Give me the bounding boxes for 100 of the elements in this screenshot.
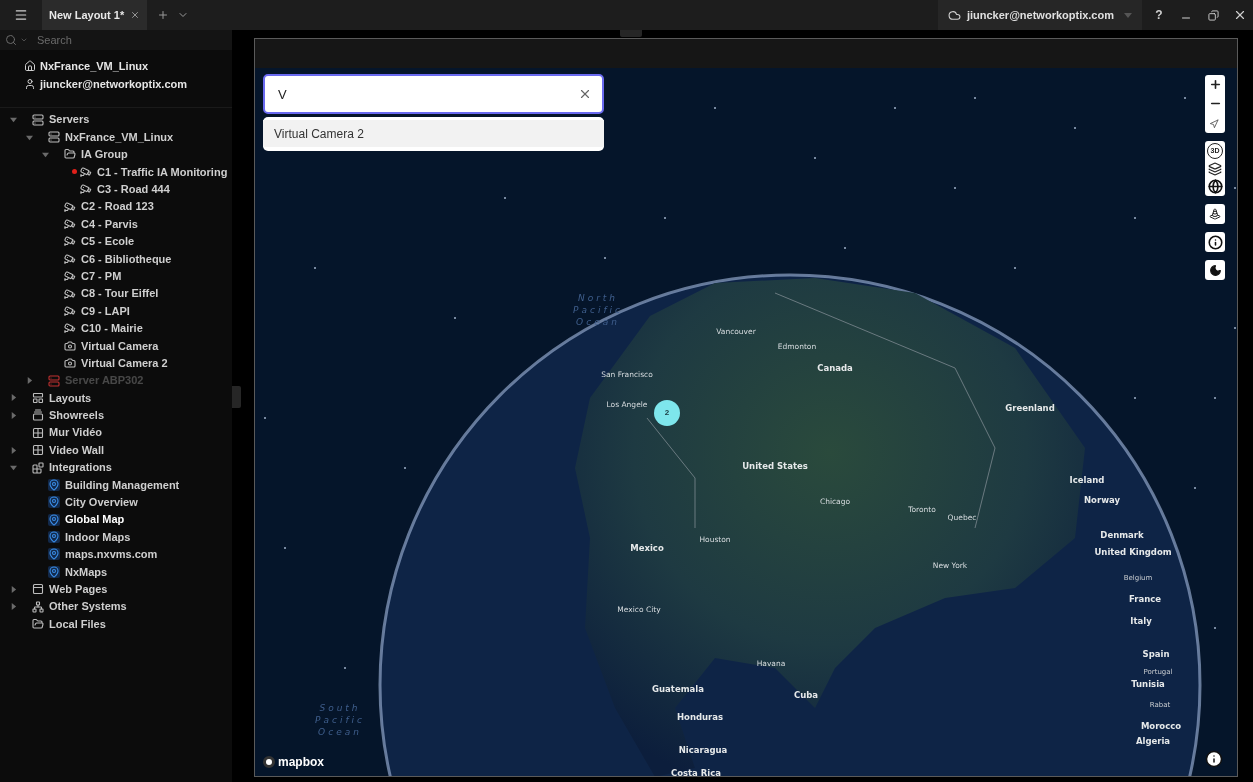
map-pin-icon	[48, 548, 60, 561]
map-label: Canada	[816, 363, 854, 373]
user-email: jiuncker@networkoptix.com	[40, 76, 188, 92]
expand-arrow-icon[interactable]	[10, 585, 17, 593]
map-label: Morocco	[1139, 721, 1183, 731]
tree-item[interactable]: Servers	[49, 111, 90, 128]
tree-item[interactable]: Building Management	[65, 476, 180, 494]
tree-item[interactable]: Mur Vidéo	[49, 424, 102, 441]
collapse-arrow-icon[interactable]	[42, 150, 49, 158]
map-label: Honduras	[675, 712, 725, 722]
server-icon	[48, 374, 60, 387]
expand-arrow-icon[interactable]	[10, 603, 17, 611]
tree-item[interactable]: C7 - PM	[81, 267, 122, 285]
camera-icon	[64, 287, 76, 300]
map-pin-icon	[48, 478, 60, 491]
map-label: Costa Rica	[669, 768, 723, 776]
tree-item[interactable]: NxFrance_VM_Linux	[65, 128, 174, 146]
close-icon[interactable]	[130, 10, 141, 20]
tree-item[interactable]: C9 - LAPI	[81, 302, 130, 320]
camera-icon	[64, 235, 76, 248]
tree-item[interactable]: City Overview	[65, 494, 138, 511]
map-label: Cuba	[792, 690, 820, 700]
servers-icon	[32, 113, 44, 126]
tree-item[interactable]: Virtual Camera	[81, 337, 159, 354]
camera-icon	[64, 218, 76, 231]
tree-item[interactable]: C5 - Ecole	[81, 233, 135, 250]
collapse-arrow-icon[interactable]	[26, 133, 33, 141]
tree-item[interactable]: Showreels	[49, 407, 105, 424]
moon-icon	[1208, 263, 1222, 277]
search-icon	[5, 34, 17, 46]
expand-arrow-icon[interactable]	[10, 446, 17, 454]
tree-item[interactable]: Indoor Maps	[65, 528, 131, 546]
search-field[interactable]: Search	[37, 31, 217, 49]
map-label: Spain	[1141, 649, 1171, 659]
map-label: Italy	[1129, 616, 1153, 626]
tree-item[interactable]: maps.nxvms.com	[65, 546, 158, 563]
restore-icon[interactable]	[1208, 9, 1219, 21]
layout-tab[interactable]: New Layout 1*	[42, 0, 148, 30]
map-search-field[interactable]: V	[263, 74, 604, 114]
map-label: Guatemala	[651, 684, 705, 694]
tree-item[interactable]: C3 - Road 444	[97, 181, 170, 198]
search-bar[interactable]: Search	[0, 30, 232, 50]
traffic-button[interactable]	[1205, 204, 1225, 224]
tree-item[interactable]: C4 - Parvis	[81, 215, 138, 233]
tree-item[interactable]: Video Wall	[49, 441, 104, 459]
tree-item[interactable]: C2 - Road 123	[81, 198, 154, 215]
zoom-in-icon[interactable]	[1208, 78, 1222, 91]
camera-icon	[80, 165, 92, 178]
user-icon	[24, 78, 36, 90]
help-button[interactable]: ?	[1146, 6, 1172, 24]
map-label: Mexico	[629, 543, 665, 553]
system-name: NxFrance_VM_Linux	[40, 58, 149, 74]
tree-item[interactable]: Other Systems	[49, 598, 127, 615]
map-label: Norway	[1083, 495, 1121, 505]
traffic-icon	[1209, 208, 1221, 220]
tree-item[interactable]: C8 - Tour Eiffel	[81, 285, 159, 302]
tree-item[interactable]: NxMaps	[65, 563, 108, 581]
tree-item[interactable]: IA Group	[81, 146, 128, 163]
map-pin-icon	[48, 531, 60, 544]
collapse-arrow-icon[interactable]	[10, 464, 17, 471]
map-pin-icon	[48, 565, 60, 578]
network-icon	[32, 600, 44, 613]
collapse-arrow-icon[interactable]	[10, 116, 17, 124]
menu-icon[interactable]	[14, 8, 28, 22]
stacked-pages-icon	[32, 409, 44, 422]
web-page-icon	[32, 583, 44, 596]
map-label: France	[1127, 594, 1162, 604]
layers-icon[interactable]	[1208, 162, 1222, 176]
close-icon[interactable]	[1233, 8, 1247, 22]
tree-item[interactable]: C6 - Bibliotheque	[81, 250, 172, 268]
camera-icon	[64, 200, 76, 213]
map-label: Nicaragua	[677, 745, 729, 755]
info-button[interactable]	[1205, 232, 1225, 252]
expand-arrow-icon[interactable]	[10, 394, 17, 402]
map-label: Denmark	[1099, 530, 1145, 540]
top-collapse-handle[interactable]	[620, 30, 642, 37]
tree-item[interactable]: Integrations	[49, 459, 112, 476]
attribution-icon[interactable]	[1205, 750, 1223, 768]
tree-item[interactable]: C10 - Mairie	[81, 320, 143, 337]
cloud-account-button[interactable]: jiuncker@networkoptix.com	[937, 0, 1142, 30]
layouts-icon	[32, 391, 44, 404]
clear-icon[interactable]	[578, 87, 592, 101]
map-label: Tunisia	[1130, 679, 1166, 689]
map-label: United Kingdom	[1093, 547, 1173, 557]
tree-item[interactable]: Global Map	[65, 511, 125, 528]
suggestion-item[interactable]: Virtual Camera 2	[263, 120, 604, 147]
map-label: United States	[741, 461, 809, 471]
expand-arrow-icon[interactable]	[26, 377, 33, 385]
map-label: Algeria	[1134, 736, 1172, 746]
add-tab-icon[interactable]	[157, 9, 170, 21]
tree-item[interactable]: Local Files	[49, 615, 106, 633]
tree-item[interactable]: C1 - Traffic IA Monitoring	[97, 163, 228, 181]
tree-item[interactable]: Virtual Camera 2	[81, 354, 168, 372]
tree-item[interactable]: Web Pages	[49, 581, 108, 598]
globe-icon[interactable]	[1207, 179, 1223, 194]
tree-item[interactable]: Layouts	[49, 389, 92, 407]
caret-icon	[1124, 12, 1132, 18]
night-mode-button[interactable]	[1205, 260, 1225, 280]
panel-collapse-handle[interactable]	[232, 386, 241, 408]
expand-arrow-icon[interactable]	[10, 411, 17, 419]
